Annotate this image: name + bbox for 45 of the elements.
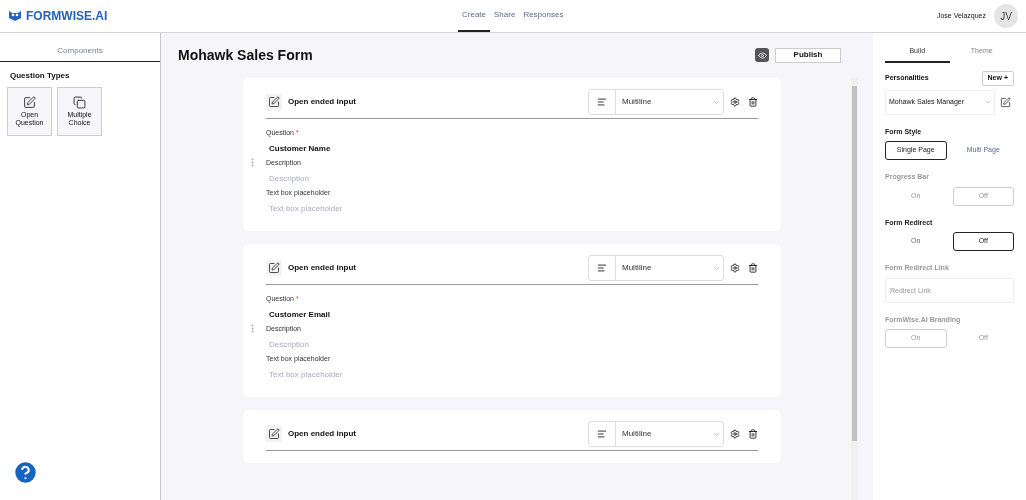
- logo-text: FORMWISE.AI: [26, 8, 108, 25]
- owl-logo-icon: [8, 10, 22, 22]
- lines-icon: [597, 429, 607, 439]
- copy-icon: [73, 96, 86, 109]
- components-tab[interactable]: Components: [0, 45, 160, 61]
- trash-icon[interactable]: [748, 263, 758, 273]
- user-avatar[interactable]: JV: [994, 4, 1018, 28]
- pencil-icon[interactable]: [1000, 96, 1011, 108]
- caret-icon: [713, 264, 720, 272]
- pencil-icon: [266, 260, 282, 276]
- trash-icon[interactable]: [748, 97, 758, 107]
- text-field[interactable]: Description: [266, 167, 758, 189]
- section-title: Question Types: [10, 70, 71, 82]
- text-field[interactable]: Description: [266, 333, 758, 355]
- drag-handle-icon[interactable]: [251, 158, 254, 167]
- lines-icon: [597, 263, 607, 273]
- drag-handle-icon[interactable]: [251, 324, 254, 333]
- nav-tab[interactable]: Share: [490, 0, 520, 32]
- question-field[interactable]: Customer Email: [266, 303, 758, 325]
- form-title: Mohawk Sales Form: [178, 45, 313, 65]
- caret-icon: [713, 430, 720, 438]
- question-type-label: Open ended input: [288, 262, 356, 274]
- help-icon[interactable]: [12, 459, 39, 486]
- publish-button[interactable]: Publish: [775, 47, 841, 63]
- pencil-icon: [266, 94, 282, 110]
- text-field[interactable]: Text box placeholder: [266, 197, 758, 219]
- pencil-icon: [266, 426, 282, 442]
- preview-button[interactable]: [755, 48, 769, 62]
- trash-icon[interactable]: [748, 429, 758, 439]
- settings-icon[interactable]: [730, 429, 740, 439]
- settings-icon[interactable]: [730, 97, 740, 107]
- caret-icon: [713, 98, 720, 106]
- format-select[interactable]: Multiline: [588, 421, 724, 447]
- scrollbar[interactable]: [851, 78, 858, 500]
- format-select[interactable]: Multiline: [588, 89, 724, 115]
- format-select[interactable]: Multiline: [588, 255, 724, 281]
- lines-icon: [597, 97, 607, 107]
- settings-icon[interactable]: [730, 263, 740, 273]
- caret-icon: [985, 99, 991, 105]
- question-field[interactable]: Customer Name: [266, 137, 758, 159]
- nav-tab[interactable]: Responses: [519, 0, 568, 32]
- question-type-label: Open ended input: [288, 96, 356, 108]
- question-type-label: Open ended input: [288, 428, 356, 440]
- text-field[interactable]: Text box placeholder: [266, 363, 758, 385]
- pencil-icon: [23, 96, 36, 109]
